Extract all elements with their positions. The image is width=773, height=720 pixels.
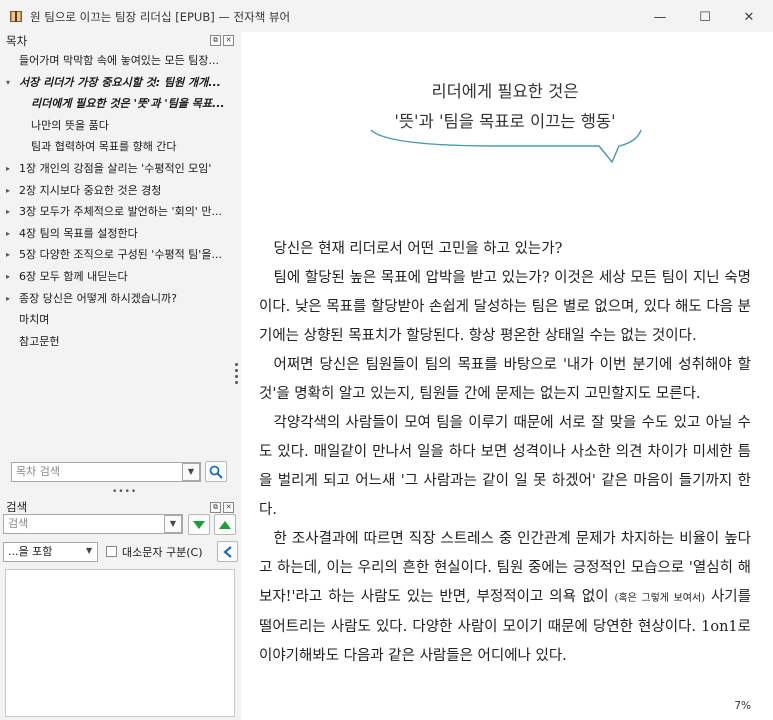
search-float-icon[interactable]: ⧉: [210, 502, 221, 513]
paragraph-5-aside: (혹은 그렇게 보여서): [614, 593, 706, 604]
paragraph-4: 각양각색의 사람들이 모여 팀을 이루기 때문에 서로 잘 맞을 수도 있고 아…: [259, 415, 751, 518]
magnifier-icon: [209, 465, 223, 479]
book-page[interactable]: 리더에게 필요한 것은 '뜻'과 '팀을 목표로 이끄는 행동' 당신은 현재 …: [241, 32, 773, 720]
search-mode-select[interactable]: ...을 포함: [3, 542, 98, 562]
toc-item-label: 리더에게 필요한 것은 '뜻'과 '팀을 목표...: [31, 97, 225, 111]
search-next-button[interactable]: [188, 514, 210, 535]
heading-line-2: '뜻'과 '팀을 목표로 이끄는 행동': [394, 112, 616, 131]
toc-close-icon[interactable]: ✕: [223, 35, 234, 46]
toc-item[interactable]: 참고문헌: [0, 331, 240, 353]
toc-item[interactable]: ▸ 2장 지시보다 중요한 것은 경청: [0, 180, 240, 202]
toc-item[interactable]: 리더에게 필요한 것은 '뜻'과 '팀을 목표...: [0, 93, 240, 115]
arrow-up-icon: [219, 520, 231, 529]
toc-item-label: 나만의 뜻을 품다: [31, 118, 109, 132]
expand-right-icon[interactable]: ▸: [6, 266, 10, 288]
toc-item[interactable]: 들어가며 막막함 속에 놓여있는 모든 팀장...: [0, 50, 240, 72]
toc-item-label: 6장 모두 함께 내딛는다: [19, 269, 128, 283]
paragraph-3: 어쩌면 당신은 팀원들이 팀의 목표를 바탕으로 '내가 이번 분기에 성취해야…: [259, 357, 751, 402]
search-results-list[interactable]: [5, 569, 235, 717]
toc-search-dropdown-icon[interactable]: ▼: [182, 463, 200, 481]
panel-splitter[interactable]: [235, 363, 240, 387]
search-input[interactable]: 검색: [3, 514, 183, 534]
toc-search-input[interactable]: 목차 검색: [11, 462, 201, 482]
toc-float-icon[interactable]: ⧉: [210, 35, 221, 46]
search-back-button[interactable]: [217, 541, 238, 562]
toc-item-label: 팀과 협력하여 목표를 향해 간다: [31, 140, 177, 154]
expand-right-icon[interactable]: ▸: [6, 201, 10, 223]
expand-right-icon[interactable]: ▸: [6, 223, 10, 245]
window-title: 원 팀으로 이끄는 팀장 리더십 [EPUB] — 전자책 뷰어: [30, 10, 291, 24]
ebook-viewer-window: 원 팀으로 이끄는 팀장 리더십 [EPUB] — 전자책 뷰어 — ☐ ✕ 목…: [0, 0, 773, 720]
toc-item-label: 들어가며 막막함 속에 놓여있는 모든 팀장...: [19, 54, 220, 67]
book-body-text: 당신은 현재 리더로서 어떤 고민을 하고 있는가? 팀에 할당된 높은 목표에…: [259, 235, 751, 671]
case-sensitive-label: 대소문자 구분(C): [122, 546, 203, 559]
heading-line-1: 리더에게 필요한 것은: [431, 82, 579, 101]
toc-search-button[interactable]: [205, 461, 227, 482]
toc-item-label: 5장 다양한 조직으로 구성된 '수평적 팀'을...: [19, 248, 222, 262]
toc-item-label: 4장 팀의 목표를 설정한다: [19, 226, 138, 240]
toc-item-label: 마치며: [19, 313, 50, 327]
case-sensitive-checkbox[interactable]: [106, 546, 117, 557]
toc-item[interactable]: ▾ 서장 리더가 가장 중요시할 것: 팀원 개개...: [0, 72, 240, 94]
toc-item[interactable]: 팀과 협력하여 목표를 향해 간다: [0, 136, 240, 158]
toc-item[interactable]: ▸ 3장 모두가 주체적으로 발언하는 '회의' 만...: [0, 201, 240, 223]
toc-item-label: 2장 지시보다 중요한 것은 경청: [19, 183, 162, 197]
toc-list: 들어가며 막막함 속에 놓여있는 모든 팀장... ▾ 서장 리더가 가장 중요시할…: [0, 50, 240, 352]
toc-item[interactable]: ▸ 종장 당신은 어떻게 하시겠습니까?: [0, 288, 240, 310]
toc-item-label: 종장 당신은 어떻게 하시겠습니까?: [19, 291, 178, 305]
toc-item[interactable]: ▸ 4장 팀의 목표를 설정한다: [0, 223, 240, 245]
paragraph-1: 당신은 현재 리더로서 어떤 고민을 하고 있는가?: [273, 241, 563, 257]
search-close-icon[interactable]: ✕: [223, 502, 234, 513]
expand-right-icon[interactable]: ▸: [6, 244, 10, 266]
toc-item-label: 1장 개인의 강점을 살리는 '수평적인 모임': [19, 161, 212, 175]
toc-item[interactable]: ▸ 6장 모두 함께 내딛는다: [0, 266, 240, 288]
speech-bubble-heading: 리더에게 필요한 것은 '뜻'과 '팀을 목표로 이끄는 행동': [367, 72, 643, 167]
toc-item-label: 참고문헌: [19, 334, 60, 348]
search-mode-chevron-icon: ▼: [86, 546, 93, 555]
paragraph-2: 팀에 할당된 높은 목표에 압박을 받고 있는가? 이것은 세상 모든 팀이 지…: [259, 270, 751, 344]
reading-progress: 7%: [734, 700, 751, 712]
expand-right-icon[interactable]: ▸: [6, 180, 10, 202]
expand-right-icon[interactable]: ▸: [6, 288, 10, 310]
paragraph-5: 한 조사결과에 따르면 직장 스트레스 중 인간관계 문제가 차지하는 비율이 …: [259, 525, 751, 671]
maximize-button[interactable]: ☐: [683, 4, 727, 30]
app-book-icon: [10, 11, 22, 22]
left-panel: 목차 ⧉ ✕ 들어가며 막막함 속에 놓여있는 모든 팀장... ▾ 서장 리더가 …: [0, 32, 240, 720]
search-history-dropdown-icon[interactable]: ▼: [164, 515, 182, 533]
expand-down-icon[interactable]: ▾: [6, 72, 10, 94]
toc-item[interactable]: 나만의 뜻을 품다: [0, 115, 240, 137]
toc-item-label: 3장 모두가 주체적으로 발언하는 '회의' 만...: [19, 205, 222, 219]
toc-item[interactable]: 마치며: [0, 309, 240, 331]
expand-right-icon[interactable]: ▸: [6, 158, 10, 180]
toc-item-label: 서장 리더가 가장 중요시할 것: 팀원 개개...: [19, 75, 221, 89]
title-bar[interactable]: 원 팀으로 이끄는 팀장 리더십 [EPUB] — 전자책 뷰어 — ☐ ✕: [0, 0, 773, 32]
close-button[interactable]: ✕: [727, 4, 771, 30]
search-prev-button[interactable]: [214, 514, 236, 535]
toc-item[interactable]: ▸ 1장 개인의 강점을 살리는 '수평적인 모임': [0, 158, 240, 180]
toc-panel-title: 목차: [6, 34, 28, 48]
search-panel-title: 검색: [6, 500, 28, 514]
minimize-button[interactable]: —: [638, 4, 682, 30]
toc-item[interactable]: ▸ 5장 다양한 조직으로 구성된 '수평적 팀'을...: [0, 244, 240, 266]
chevron-left-icon: [222, 545, 232, 558]
panel-resize-grip-icon[interactable]: ••••: [112, 487, 137, 497]
arrow-down-icon: [193, 520, 205, 529]
